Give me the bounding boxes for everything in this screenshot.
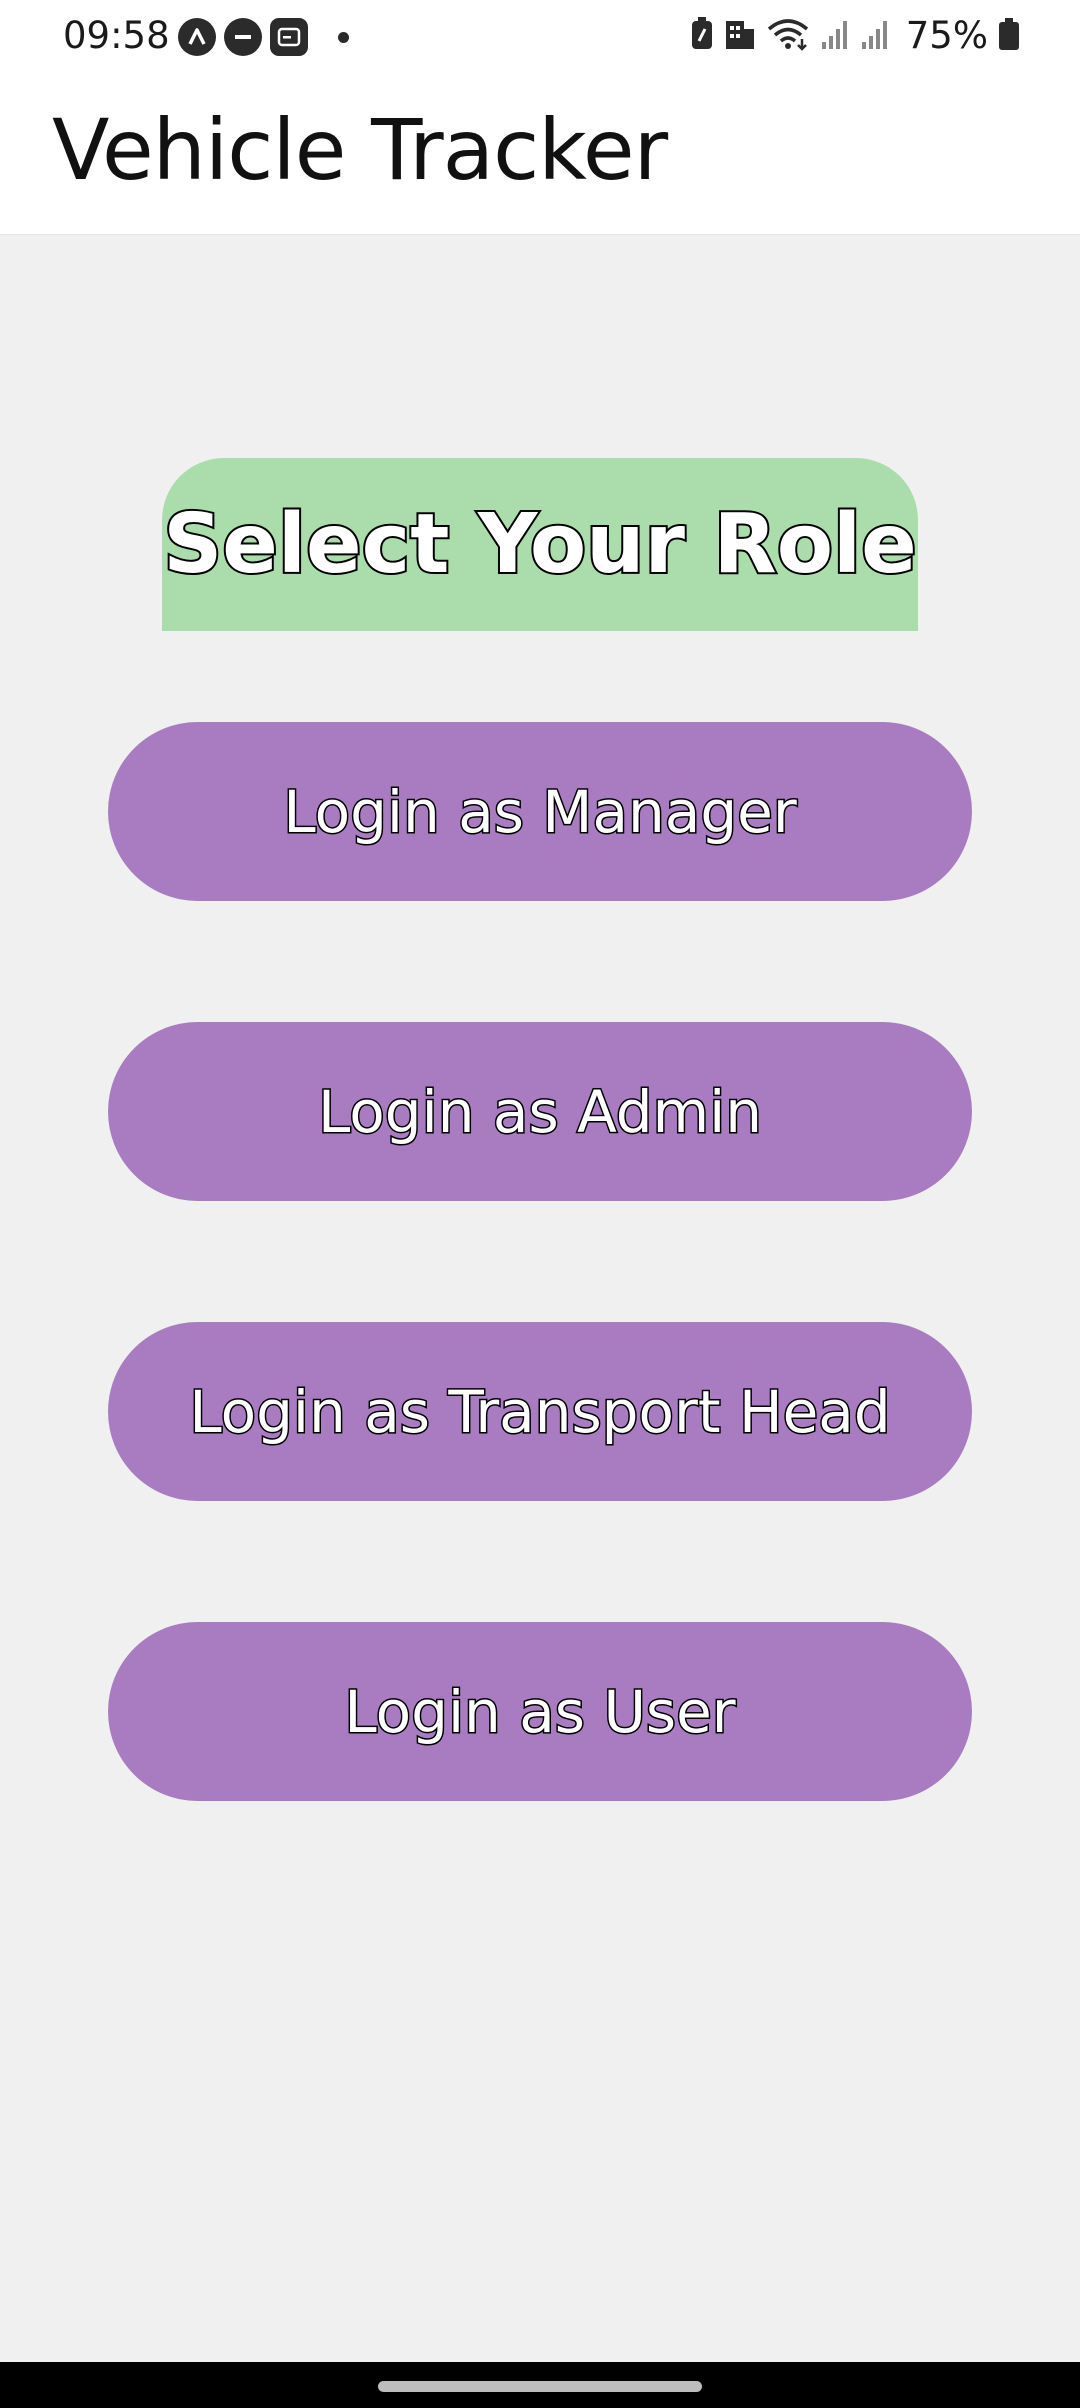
autostart-icon (178, 18, 216, 56)
login-user-label: Login as User (343, 1676, 737, 1747)
role-heading: Select Your Role (161, 458, 919, 631)
status-right-icons: 75% (690, 14, 1020, 58)
login-manager-label: Login as Manager (282, 776, 798, 847)
do-not-disturb-icon (224, 18, 262, 56)
battery-saver-icon (690, 17, 714, 55)
app-title: Vehicle Tracker (52, 101, 668, 199)
login-user-button[interactable]: Login as User (108, 1622, 972, 1801)
login-transport-head-button[interactable]: Login as Transport Head (108, 1322, 972, 1501)
building-icon (724, 17, 756, 55)
battery-icon (998, 17, 1020, 55)
signal-icon-2 (860, 18, 890, 54)
status-left-icons (178, 18, 349, 56)
navigation-bar (0, 2362, 1080, 2408)
login-manager-button[interactable]: Login as Manager (108, 722, 972, 901)
screen-icon (270, 18, 308, 56)
wifi-icon (766, 17, 810, 55)
home-gesture-handle[interactable] (378, 2381, 702, 2392)
signal-icon (820, 18, 850, 54)
login-admin-button[interactable]: Login as Admin (108, 1022, 972, 1201)
battery-percent: 75% (905, 14, 988, 57)
login-admin-label: Login as Admin (317, 1076, 764, 1147)
notification-dot-icon (338, 31, 349, 43)
app-bar: Vehicle Tracker (0, 72, 1080, 235)
status-bar: 09:58 75% (0, 0, 1080, 72)
login-transport-head-label: Login as Transport Head (188, 1376, 892, 1447)
role-heading-text: Select Your Role (161, 495, 918, 594)
status-time: 09:58 (63, 14, 170, 57)
